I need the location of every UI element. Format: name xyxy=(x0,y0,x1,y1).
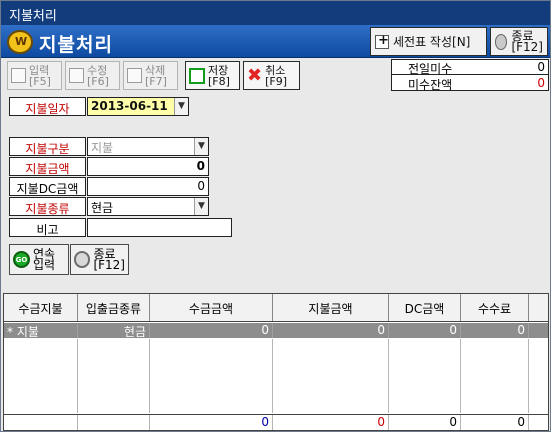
payment-type-dropdown-icon[interactable]: ▼ xyxy=(194,138,208,155)
payment-kind-label: 지불종류 xyxy=(9,197,86,216)
input-label: 입력 [F5] xyxy=(29,65,51,87)
continuous-input-label: 연속 입력 xyxy=(33,248,56,272)
row-payment-amount-cell[interactable]: 0 xyxy=(273,323,389,338)
unpaid-balance-row: 미수잔액 0 xyxy=(392,76,548,92)
unpaid-balance-value: 0 xyxy=(537,76,545,90)
payment-kind-dropdown-icon[interactable]: ▼ xyxy=(194,198,208,215)
footer-empty-cell xyxy=(4,415,78,430)
edit-button[interactable]: 수정 [F6] xyxy=(65,61,120,90)
input-label-line2: [F5] xyxy=(29,74,51,88)
header-bar: 지불처리 세전표 작성[N] 종료 [F12] xyxy=(1,25,550,58)
new-row-marker: * xyxy=(7,325,13,339)
grid-column-line xyxy=(150,339,273,413)
row-dc-amount-cell[interactable]: 0 xyxy=(389,323,461,338)
grid-column-line xyxy=(4,339,78,413)
save-label-line2: [F8] xyxy=(208,74,230,88)
grid-column-line xyxy=(461,339,529,413)
power-icon xyxy=(495,33,508,50)
payment-date-value: 2013-06-11 xyxy=(91,99,168,113)
save-label: 저장 [F8] xyxy=(208,65,230,87)
cancel-label-line2: [F9] xyxy=(265,74,288,88)
cancel-label: 취소 [F9] xyxy=(265,65,287,87)
edit-label: 수정 [F6] xyxy=(87,65,109,87)
grid-header-cell[interactable]: 지불금액 xyxy=(273,294,389,321)
grid-header-cell[interactable]: 수금금액 xyxy=(150,294,273,321)
delete-label-line2: [F7] xyxy=(145,74,167,88)
prev-unpaid-value: 0 xyxy=(537,60,545,74)
end-label-line2: [F12] xyxy=(93,257,125,272)
cancel-button[interactable]: ✖ 취소 [F9] xyxy=(243,61,300,90)
row-receipt-amount-cell[interactable]: 0 xyxy=(150,323,273,338)
summary-panel: 전일미수 0 미수잔액 0 xyxy=(391,59,549,92)
edit-icon xyxy=(69,68,84,83)
payment-dc-field[interactable]: 0 xyxy=(87,177,209,196)
delete-button[interactable]: 삭제 [F7] xyxy=(123,61,178,90)
table-row[interactable]: * 지불 현금 0 0 0 0 xyxy=(4,323,548,339)
payment-dc-label: 지불DC금액 xyxy=(9,177,86,196)
create-invoice-button[interactable]: 세전표 작성[N] xyxy=(370,27,487,56)
page-title: 지불처리 xyxy=(39,34,113,56)
grid-footer-row: 0 0 0 0 xyxy=(4,414,548,430)
grid-header-cell[interactable]: 입출금종류 xyxy=(78,294,150,321)
continuous-input-line2: 입력 xyxy=(33,257,56,272)
payment-amount-label: 지불금액 xyxy=(9,157,86,176)
remarks-label: 비고 xyxy=(9,218,86,237)
end-button[interactable]: 종료 [F12] xyxy=(70,244,129,275)
payment-date-label: 지불일자 xyxy=(9,97,86,116)
row-kind-cell[interactable]: 현금 xyxy=(78,323,150,339)
delete-label: 삭제 [F7] xyxy=(145,65,167,87)
edit-label-line2: [F6] xyxy=(87,74,109,88)
payment-window: 지불처리 지불처리 세전표 작성[N] 종료 [F12] 입력[F5] 수정[F… xyxy=(0,0,551,432)
save-button[interactable]: 저장 [F8] xyxy=(185,61,240,90)
payment-icon xyxy=(7,30,33,54)
grid-column-line xyxy=(78,339,150,413)
grid-header-row: 수금지불 입출금종류 수금금액 지불금액 DC금액 수수료 xyxy=(4,294,548,322)
cancel-icon: ✖ xyxy=(247,64,263,86)
delete-icon xyxy=(127,68,142,83)
grid-header-cell[interactable]: 수수료 xyxy=(461,294,529,321)
row-type-cell[interactable]: * 지불 xyxy=(4,323,78,339)
prev-unpaid-row: 전일미수 0 xyxy=(392,60,548,76)
footer-dc-amount: 0 xyxy=(389,415,461,430)
footer-empty-cell xyxy=(78,415,150,430)
row-fee-cell[interactable]: 0 xyxy=(461,323,529,338)
footer-fee: 0 xyxy=(461,415,529,430)
close-button[interactable]: 종료 [F12] xyxy=(490,27,548,56)
window-title: 지불처리 xyxy=(1,1,550,25)
create-invoice-label: 세전표 작성[N] xyxy=(393,35,471,49)
payment-date-field[interactable]: 2013-06-11 ▼ xyxy=(87,97,189,116)
unpaid-balance-label: 미수잔액 xyxy=(408,78,453,92)
grid-column-line xyxy=(389,339,461,413)
continuous-input-button[interactable]: GO 연속 입력 xyxy=(9,244,69,275)
calendar-dropdown-icon[interactable]: ▼ xyxy=(174,98,188,115)
payment-amount-field[interactable]: 0 xyxy=(87,157,209,176)
grid-header-cell[interactable]: DC금액 xyxy=(389,294,461,321)
prev-unpaid-label: 전일미수 xyxy=(408,62,453,76)
footer-payment-amount: 0 xyxy=(273,415,389,430)
input-icon xyxy=(11,68,26,83)
payment-kind-value: 현금 xyxy=(91,201,114,215)
row-type-value: 지불 xyxy=(16,325,39,339)
end-label: 종료 [F12] xyxy=(93,248,125,272)
grid-empty-body xyxy=(4,339,548,413)
close-label-line2: [F12] xyxy=(511,39,543,54)
remarks-field[interactable] xyxy=(87,218,232,237)
payment-type-value: 지불 xyxy=(91,141,114,155)
save-icon xyxy=(189,67,205,84)
grid-header-cell[interactable]: 수금지불 xyxy=(4,294,78,321)
input-button[interactable]: 입력 [F5] xyxy=(7,61,62,90)
document-add-icon xyxy=(375,33,389,49)
footer-receipt-amount: 0 xyxy=(150,415,273,430)
grid-column-line xyxy=(273,339,389,413)
payment-type-label: 지불구분 xyxy=(9,137,86,156)
power-icon xyxy=(74,251,91,268)
payment-type-field[interactable]: 지불 ▼ xyxy=(87,137,209,156)
close-label: 종료 [F12] xyxy=(511,30,543,54)
go-icon: GO xyxy=(13,251,30,268)
payment-kind-field[interactable]: 현금 ▼ xyxy=(87,197,209,216)
payment-grid[interactable]: 수금지불 입출금종류 수금금액 지불금액 DC금액 수수료 * 지불 현금 0 … xyxy=(3,293,549,431)
